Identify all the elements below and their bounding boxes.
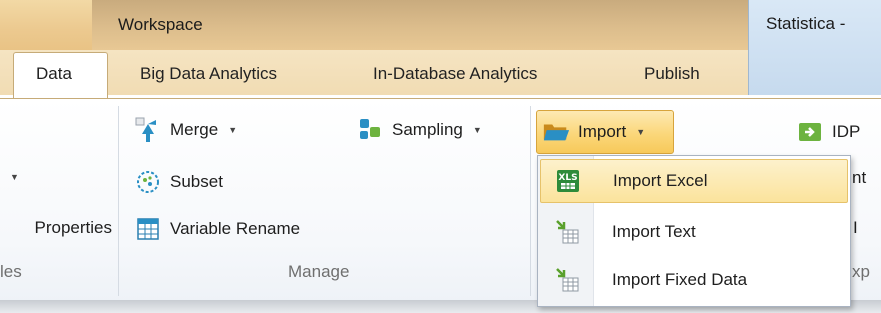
partial-label-2: I xyxy=(853,218,858,237)
folder-open-icon xyxy=(542,118,570,146)
chevron-down-icon: ▼ xyxy=(10,172,19,182)
idp-icon xyxy=(796,118,824,146)
sampling-button[interactable]: Sampling ▼ xyxy=(356,113,482,147)
import-fixed-data-icon xyxy=(540,267,594,293)
properties-button[interactable]: Properties xyxy=(0,218,112,238)
tab-publish[interactable]: Publish xyxy=(644,64,700,84)
left-dropdown-button[interactable]: ▼ xyxy=(8,160,19,194)
menu-item-label: Import Excel xyxy=(613,171,708,190)
import-button[interactable]: Import ▼ xyxy=(542,115,645,149)
tab-data-label[interactable]: Data xyxy=(36,64,72,84)
menu-item-import-fixed-data[interactable]: Import Fixed Data xyxy=(540,258,848,302)
import-text-icon xyxy=(540,219,594,245)
variable-rename-icon xyxy=(134,215,162,243)
sampling-label: Sampling xyxy=(392,120,463,139)
sampling-icon xyxy=(356,116,384,144)
merge-button[interactable]: Merge ▼ xyxy=(134,113,237,147)
partial-group-label: xp xyxy=(852,262,870,281)
group-separator xyxy=(118,106,119,296)
import-dropdown-menu: XLS Import Excel Import Text Import Fixe… xyxy=(537,155,851,307)
chevron-down-icon: ▼ xyxy=(636,127,646,137)
app-title: Statistica - xyxy=(766,14,846,33)
subset-label: Subset xyxy=(170,172,223,191)
xls-icon: XLS xyxy=(541,168,595,194)
group-separator xyxy=(530,106,531,296)
subset-button[interactable]: Subset xyxy=(134,165,223,199)
left-group-label: les xyxy=(0,262,22,281)
import-label: Import xyxy=(578,122,627,141)
idp-label: IDP xyxy=(832,122,861,141)
tab-in-database-analytics[interactable]: In-Database Analytics xyxy=(373,64,537,84)
idp-button[interactable]: IDP xyxy=(796,115,879,149)
svg-text:XLS: XLS xyxy=(558,173,577,183)
menu-item-import-text[interactable]: Import Text xyxy=(540,210,848,254)
merge-label: Merge xyxy=(170,120,219,139)
menu-item-label: Import Text xyxy=(612,222,696,241)
menu-item-label: Import Fixed Data xyxy=(612,270,748,289)
chevron-down-icon: ▼ xyxy=(472,125,482,135)
variable-rename-label: Variable Rename xyxy=(170,219,301,238)
merge-icon xyxy=(134,116,162,144)
tab-big-data-analytics[interactable]: Big Data Analytics xyxy=(140,64,277,84)
menu-item-import-excel[interactable]: XLS Import Excel xyxy=(540,159,848,203)
subset-icon xyxy=(134,168,162,196)
manage-group-label: Manage xyxy=(288,262,350,281)
chevron-down-icon: ▼ xyxy=(228,125,238,135)
workspace-title: Workspace xyxy=(118,15,203,34)
variable-rename-button[interactable]: Variable Rename xyxy=(134,212,300,246)
partial-label-1: nt xyxy=(852,168,867,187)
